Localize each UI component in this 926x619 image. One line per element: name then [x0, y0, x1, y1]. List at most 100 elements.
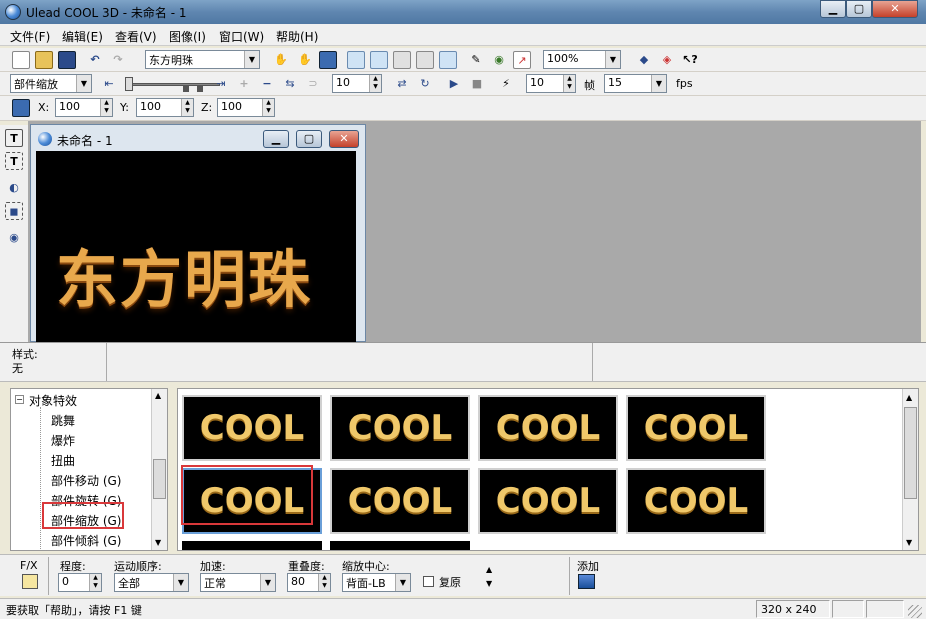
y-input[interactable]: 100 ▲ ▼ [136, 98, 194, 117]
view-top-icon[interactable] [439, 51, 457, 69]
tree-root[interactable]: 对象特效 [29, 392, 77, 409]
overlap-input[interactable]: 80 ▲ ▼ [287, 573, 331, 592]
menu-file[interactable]: 文件(F) [10, 28, 50, 45]
view-left-icon[interactable] [393, 51, 411, 69]
zoom-select[interactable]: 100% ▼ [543, 50, 621, 69]
effects-icon[interactable]: ◈ [658, 51, 676, 69]
scroll-down-icon[interactable]: ▼ [155, 538, 161, 547]
center-select[interactable]: 背面-LB ▼ [342, 573, 411, 592]
stop-icon[interactable]: ■ [468, 75, 486, 93]
document-window[interactable]: 未命名 - 1 ▁ ▢ ✕ 东方明珠 [30, 124, 366, 343]
gallery-thumb[interactable]: COOL [330, 468, 470, 534]
chart-icon[interactable]: ↗ [513, 51, 531, 69]
gallery-thumb[interactable]: COOL [478, 468, 618, 534]
new-file-icon[interactable] [12, 51, 30, 69]
view-front-icon[interactable] [347, 51, 365, 69]
gallery-scrollbar[interactable]: ▲ ▼ [902, 389, 918, 550]
gallery-thumb-partial[interactable] [182, 541, 322, 550]
menu-edit[interactable]: 编辑(E) [62, 28, 103, 45]
z-input[interactable]: 100 ▲ ▼ [217, 98, 275, 117]
open-folder-icon[interactable] [35, 51, 53, 69]
tree-item[interactable]: 爆炸 [51, 432, 75, 449]
reverse-icon[interactable]: ⊃ [304, 75, 322, 93]
remove-keyframe-icon[interactable]: − [258, 75, 276, 93]
doc-maximize-button[interactable]: ▢ [296, 130, 322, 148]
canvas[interactable]: 东方明珠 [36, 151, 356, 343]
resize-grip[interactable] [908, 605, 922, 618]
keyframe-marker[interactable] [197, 86, 203, 92]
save-icon[interactable] [58, 51, 76, 69]
speed-icon[interactable]: ⚡ [497, 75, 515, 93]
context-help-icon[interactable]: ↖? [681, 51, 699, 69]
keyframe-marker[interactable] [183, 86, 189, 92]
rotate-tool-icon[interactable]: ✋ [296, 51, 314, 69]
accel-select[interactable]: 正常 ▼ [200, 573, 276, 592]
effect-select[interactable]: 部件缩放 ▼ [10, 74, 92, 93]
minimize-button[interactable]: ▁ [820, 0, 846, 18]
font-name-select[interactable]: 东方明珠 ▼ [145, 50, 260, 69]
gallery-thumb-partial[interactable] [330, 541, 470, 550]
last-keyframe-icon[interactable]: ⇥ [212, 75, 230, 93]
redo-icon[interactable]: ↷ [109, 51, 127, 69]
gallery-thumb[interactable]: COOL [330, 395, 470, 461]
attribute-scroll[interactable]: ▲ ▼ [486, 563, 492, 591]
doc-close-button[interactable]: ✕ [329, 130, 359, 148]
gallery-thumb[interactable]: COOL [626, 468, 766, 534]
tree-item[interactable]: 部件移动 (G) [51, 472, 121, 489]
insert-text-icon[interactable]: T [5, 129, 23, 147]
view-back-icon[interactable] [370, 51, 388, 69]
globe-icon[interactable]: ◉ [490, 51, 508, 69]
document-title: 未命名 - 1 [57, 134, 113, 148]
size-tool-icon[interactable] [319, 51, 337, 69]
gallery-thumb[interactable]: COOL [626, 395, 766, 461]
x-input[interactable]: 100 ▲ ▼ [55, 98, 113, 117]
tree-scrollbar[interactable]: ▲ ▼ [151, 389, 167, 550]
play-icon[interactable]: ▶ [445, 75, 463, 93]
timeline-handle[interactable] [125, 77, 133, 91]
degree-input[interactable]: 0 ▲ ▼ [58, 573, 102, 592]
scroll-up-icon[interactable]: ▲ [906, 393, 912, 402]
app-icon[interactable] [5, 4, 21, 20]
hand-tool-icon[interactable]: ✋ [272, 51, 290, 69]
gallery-thumb[interactable]: COOL [478, 395, 618, 461]
menu-image[interactable]: 图像(I) [169, 28, 206, 45]
edit-text-icon[interactable]: T [5, 152, 23, 170]
eyedropper-icon[interactable]: ✎ [467, 51, 485, 69]
frame-spinner[interactable]: 10 ▲ ▼ [526, 74, 576, 93]
invert-keyframe-icon[interactable]: ⇆ [281, 75, 299, 93]
close-button[interactable]: ✕ [872, 0, 918, 18]
first-keyframe-icon[interactable]: ⇤ [100, 75, 118, 93]
collapse-toggle-icon[interactable]: − [15, 395, 24, 404]
gallery-thumb[interactable]: COOL [182, 395, 322, 461]
fx-icon[interactable] [22, 574, 38, 589]
canvas-3d-text[interactable]: 东方明珠 [56, 229, 312, 319]
geometry-icon[interactable]: ◉ [5, 229, 23, 247]
scroll-thumb[interactable] [904, 407, 917, 499]
maximize-button[interactable]: ▢ [846, 0, 872, 18]
tree-item[interactable]: 部件倾斜 (G) [51, 532, 121, 549]
scroll-up-icon[interactable]: ▲ [155, 391, 161, 400]
edit-shape-icon[interactable]: ◼ [5, 202, 23, 220]
menu-view[interactable]: 查看(V) [115, 28, 157, 45]
repeat-icon[interactable]: ↻ [416, 75, 434, 93]
menu-window[interactable]: 窗口(W) [219, 28, 264, 45]
render-icon[interactable]: ◆ [635, 51, 653, 69]
restore-checkbox[interactable] [423, 576, 434, 587]
scroll-down-icon[interactable]: ▼ [906, 538, 912, 547]
add-to-gallery-icon[interactable] [578, 574, 595, 589]
loop-icon[interactable]: ⇄ [393, 75, 411, 93]
insert-shape-icon[interactable]: ◐ [5, 179, 23, 197]
doc-minimize-button[interactable]: ▁ [263, 130, 289, 148]
frames-select[interactable]: 15 ▼ [604, 74, 667, 93]
view-right-icon[interactable] [416, 51, 434, 69]
tree-item[interactable]: 扭曲 [51, 452, 75, 469]
timeline-slider[interactable] [125, 76, 220, 92]
position-mode-icon[interactable] [12, 99, 30, 117]
add-keyframe-icon[interactable]: + [235, 75, 253, 93]
scroll-thumb[interactable] [153, 459, 166, 499]
menu-help[interactable]: 帮助(H) [276, 28, 318, 45]
undo-icon[interactable]: ↶ [86, 51, 104, 69]
tree-item[interactable]: 跳舞 [51, 412, 75, 429]
order-select[interactable]: 全部 ▼ [114, 573, 189, 592]
keyframe-spinner[interactable]: 10 ▲ ▼ [332, 74, 382, 93]
